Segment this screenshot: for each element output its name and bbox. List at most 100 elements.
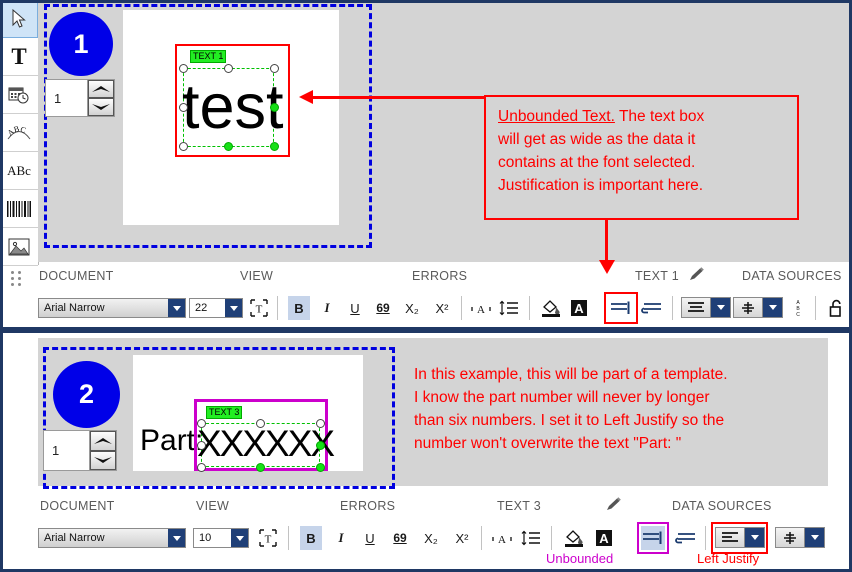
horizontal-align-split-button[interactable] [681,297,731,318]
font-family-value-2[interactable]: Arial Narrow [39,529,168,547]
fill-color-icon[interactable] [538,296,564,320]
tab-document-2[interactable]: DOCUMENT [40,499,115,513]
font-color-icon[interactable]: A [567,296,591,320]
handle-top-center-2[interactable] [256,419,265,428]
handle-middle-left-2[interactable] [197,441,206,450]
paragraph-text-tool-button[interactable]: ABc [0,152,38,190]
font-family-dropdown-arrow-2[interactable] [168,529,185,547]
bounded-text-icon-2[interactable] [673,526,699,550]
text3-object-content[interactable]: XXXXXX [197,423,335,465]
superscript-button-2[interactable]: X² [450,526,474,550]
spinner-down-icon[interactable] [88,98,114,116]
svg-text:A: A [599,531,609,546]
page-spinner-2[interactable]: 1 [43,430,117,471]
font-size-dropdown-arrow[interactable] [225,299,242,317]
line-spacing-icon-2[interactable] [519,526,543,550]
vertical-align-icon[interactable] [734,298,762,317]
font-size-combo-2[interactable]: 10 [193,528,249,548]
tab-view-2[interactable]: VIEW [196,499,229,513]
vertical-align-dropdown-arrow[interactable] [762,298,782,317]
character-spacing-icon-2[interactable]: A [490,526,514,550]
ribbon-grip-handle[interactable] [11,271,22,286]
text1-object-content[interactable]: test [182,76,284,139]
strikethrough-button-2[interactable]: 69 [388,526,412,550]
subscript-button-2[interactable]: X₂ [419,526,443,550]
line-spacing-icon[interactable] [497,296,521,320]
page-spinner-arrows-2[interactable] [89,431,116,470]
page-spinner-1[interactable]: 1 [45,79,115,117]
bold-button-2[interactable]: B [300,526,322,550]
tab-text-3[interactable]: TEXT 3 [497,499,541,513]
tab-data-sources[interactable]: DATA SOURCES [742,269,842,283]
toolbar-separator-5 [815,296,816,320]
font-family-dropdown-arrow[interactable] [168,299,185,317]
underline-button-2[interactable]: U [359,526,381,550]
bounded-text-icon[interactable] [639,296,665,320]
pencil-icon-2[interactable] [605,497,623,513]
vertical-align-split-button-2[interactable] [775,527,825,548]
page-spinner-value[interactable]: 1 [46,80,87,116]
font-size-dropdown-arrow-2[interactable] [231,529,248,547]
fill-color-icon-2[interactable] [561,526,587,550]
handle-top-right[interactable] [270,64,279,73]
handle-top-left-2[interactable] [197,419,206,428]
vertical-align-split-button[interactable] [733,297,783,318]
barcode-tool-button[interactable] [0,190,38,228]
page-spinner-arrows[interactable] [87,80,114,116]
handle-bottom-right[interactable] [270,142,279,151]
arrow-to-unbounded-shaft [605,220,608,262]
font-size-value[interactable]: 22 [190,299,225,317]
unlock-padlock-icon[interactable] [826,296,848,320]
callout-heading: Unbounded Text. [498,108,615,125]
bold-button[interactable]: B [288,296,310,320]
horizontal-align-dropdown-arrow[interactable] [710,298,730,317]
subscript-button[interactable]: X₂ [400,296,424,320]
tab-data-sources-2[interactable]: DATA SOURCES [672,499,772,513]
callout-line1-rest: The text box [614,108,705,125]
superscript-button[interactable]: X² [430,296,454,320]
handle-bottom-left[interactable] [179,142,188,151]
handle-bottom-left-2[interactable] [197,463,206,472]
font-size-value-2[interactable]: 10 [194,529,231,547]
pencil-icon[interactable] [688,267,706,283]
tab-errors-2[interactable]: ERRORS [340,499,395,513]
image-tool-button[interactable] [0,228,38,266]
character-spacing-icon[interactable]: A [469,296,493,320]
tab-errors[interactable]: ERRORS [412,269,467,283]
strikethrough-button[interactable]: 69 [371,296,395,320]
horizontal-align-icon[interactable] [682,298,710,317]
arc-text-tool-button[interactable]: ABC [0,114,38,152]
fit-text-icon[interactable]: T [247,296,271,320]
tab-document[interactable]: DOCUMENT [39,269,114,283]
tab-view[interactable]: VIEW [240,269,273,283]
date-time-tool-button[interactable] [0,76,38,114]
spinner-up-icon[interactable] [88,80,114,98]
handle-bottom-right-2[interactable] [316,463,325,472]
page-spinner-value-2[interactable]: 1 [44,431,89,470]
handle-middle-right[interactable] [270,103,279,112]
fit-text-icon-2[interactable]: T [256,526,280,550]
handle-middle-right-2[interactable] [316,441,325,450]
handle-top-left[interactable] [179,64,188,73]
handle-top-right-2[interactable] [316,419,325,428]
font-size-combo[interactable]: 22 [189,298,243,318]
underline-button[interactable]: U [344,296,366,320]
font-family-combo-2[interactable]: Arial Narrow [38,528,186,548]
vertical-align-dropdown-arrow-2[interactable] [804,528,824,547]
italic-button[interactable]: I [316,296,338,320]
handle-bottom-center-2[interactable] [256,463,265,472]
vertical-text-abc-icon[interactable]: ABC [789,296,807,320]
text-tool-button[interactable]: T [0,38,38,76]
font-family-combo[interactable]: Arial Narrow [38,298,186,318]
select-tool-button[interactable] [0,0,38,38]
handle-bottom-center[interactable] [224,142,233,151]
handle-top-center[interactable] [224,64,233,73]
vertical-align-icon-2[interactable] [776,528,804,547]
italic-button-2[interactable]: I [330,526,352,550]
handle-middle-left[interactable] [179,103,188,112]
spinner-up-icon-2[interactable] [90,431,116,451]
tab-text-1[interactable]: TEXT 1 [635,269,679,283]
font-color-icon-2[interactable]: A [592,526,616,550]
spinner-down-icon-2[interactable] [90,450,116,470]
font-family-value[interactable]: Arial Narrow [39,299,168,317]
